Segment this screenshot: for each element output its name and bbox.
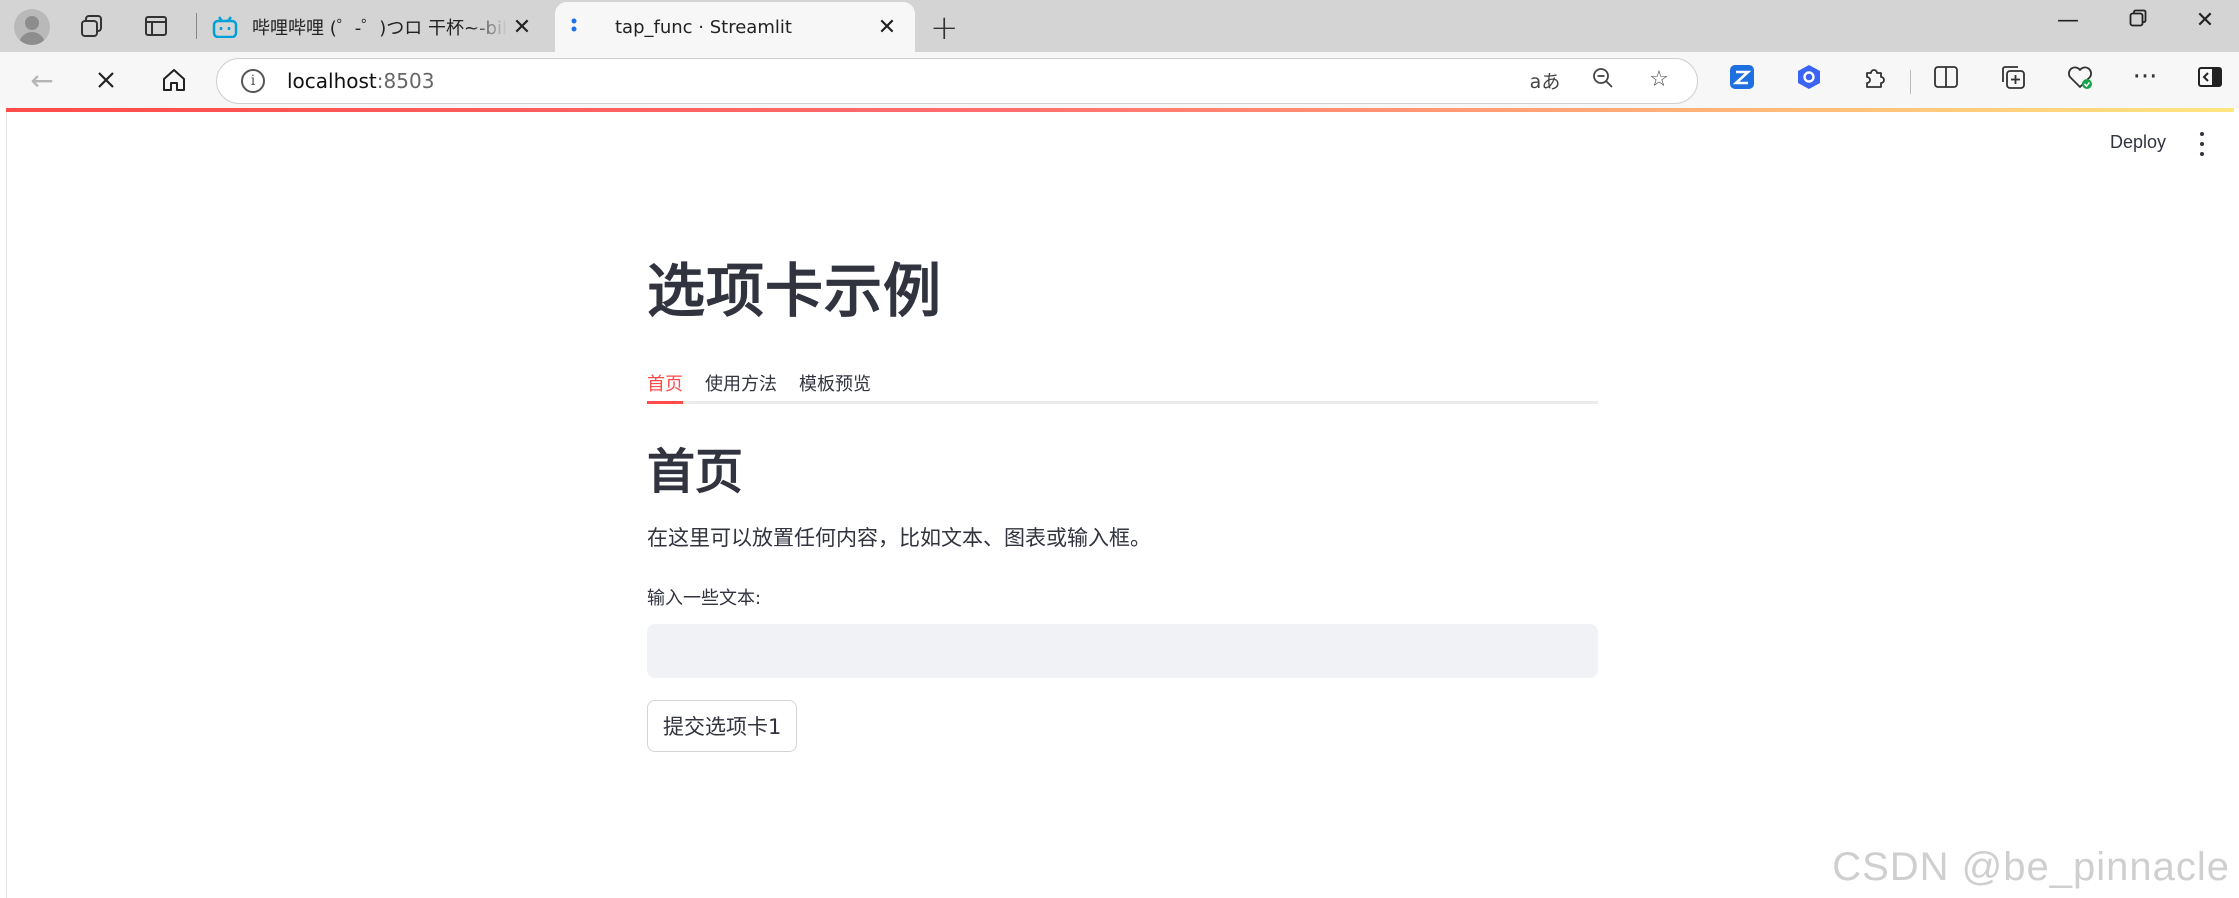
- main-menu-icon[interactable]: [2192, 132, 2212, 156]
- url-host: localhost: [287, 69, 377, 93]
- section-heading: 首页: [647, 444, 744, 500]
- deploy-button[interactable]: Deploy: [2110, 132, 2166, 153]
- url-text: localhost:8503: [287, 69, 434, 93]
- new-tab-icon[interactable]: +: [930, 8, 959, 48]
- favorite-star-icon[interactable]: ☆: [1641, 67, 1677, 92]
- bilibili-favicon-icon: [212, 16, 238, 38]
- close-tab-icon[interactable]: ✕: [873, 15, 901, 40]
- workspaces-icon[interactable]: [74, 9, 110, 43]
- restore-icon[interactable]: [2115, 8, 2161, 33]
- browser-tab-streamlit[interactable]: tap_func · Streamlit ✕: [555, 2, 915, 52]
- browser-toolbar: ← i localhost:8503 aあ ☆ ···: [0, 52, 2239, 108]
- collections-icon[interactable]: [1996, 60, 2030, 94]
- browser-tab-bar: 哔哩哔哩 (゜-゜)つロ 干杯~-bilibili ✕ tap_func · S…: [0, 0, 2239, 52]
- hexagon-extension-icon[interactable]: [1792, 60, 1826, 94]
- close-window-icon[interactable]: ✕: [2182, 8, 2228, 33]
- profile-avatar[interactable]: [14, 9, 50, 45]
- sidebar-icon[interactable]: [2193, 60, 2227, 94]
- zhihu-extension-icon[interactable]: [1725, 60, 1759, 94]
- zoom-out-icon[interactable]: [1585, 67, 1621, 95]
- back-arrow-icon[interactable]: ←: [22, 60, 62, 100]
- tab-home[interactable]: 首页: [647, 360, 683, 404]
- browser-tab-bilibili[interactable]: 哔哩哔哩 (゜-゜)つロ 干杯~-bilibili ✕: [198, 2, 550, 52]
- toolbar-divider: [1910, 70, 1911, 94]
- tab-list: 首页 使用方法 模板预览: [647, 360, 1598, 404]
- stop-loading-icon[interactable]: [86, 60, 126, 100]
- tab-title: 哔哩哔哩 (゜-゜)つロ 干杯~-bilibili: [252, 18, 508, 39]
- home-icon[interactable]: [154, 60, 194, 100]
- site-info-icon[interactable]: i: [241, 69, 265, 93]
- tab-usage[interactable]: 使用方法: [705, 360, 777, 401]
- text-input[interactable]: [647, 624, 1598, 678]
- read-aloud-icon[interactable]: aあ: [1527, 67, 1563, 94]
- browser-essentials-icon[interactable]: [2063, 60, 2097, 94]
- text-input-label: 输入一些文本:: [647, 588, 762, 609]
- url-port: :8503: [376, 69, 435, 93]
- loading-spinner-icon: [571, 18, 577, 32]
- tab-title: tap_func · Streamlit: [615, 16, 792, 38]
- submit-button[interactable]: 提交选项卡1: [647, 700, 798, 752]
- tab-actions-icon[interactable]: [138, 9, 174, 43]
- address-bar[interactable]: i localhost:8503 aあ ☆: [216, 58, 1698, 104]
- main-block: 选项卡示例 首页 使用方法 模板预览 首页 在这里可以放置任何内容，比如文本、图…: [647, 262, 1598, 752]
- tab-separator: [196, 13, 197, 39]
- section-description: 在这里可以放置任何内容，比如文本、图表或输入框。: [647, 526, 1151, 550]
- streamlit-app: Deploy 选项卡示例 首页 使用方法 模板预览 首页 在这里可以放置任何内容…: [6, 112, 2234, 898]
- close-tab-icon[interactable]: ✕: [508, 15, 536, 40]
- split-screen-icon[interactable]: [1929, 60, 1963, 94]
- more-icon[interactable]: ···: [2128, 60, 2162, 94]
- csdn-watermark: CSDN @be_pinnacle: [1832, 845, 2230, 889]
- extensions-icon[interactable]: [1858, 60, 1892, 94]
- minimize-icon[interactable]: —: [2045, 8, 2091, 33]
- page-title: 选项卡示例: [647, 257, 943, 325]
- tab-template-preview[interactable]: 模板预览: [799, 360, 871, 401]
